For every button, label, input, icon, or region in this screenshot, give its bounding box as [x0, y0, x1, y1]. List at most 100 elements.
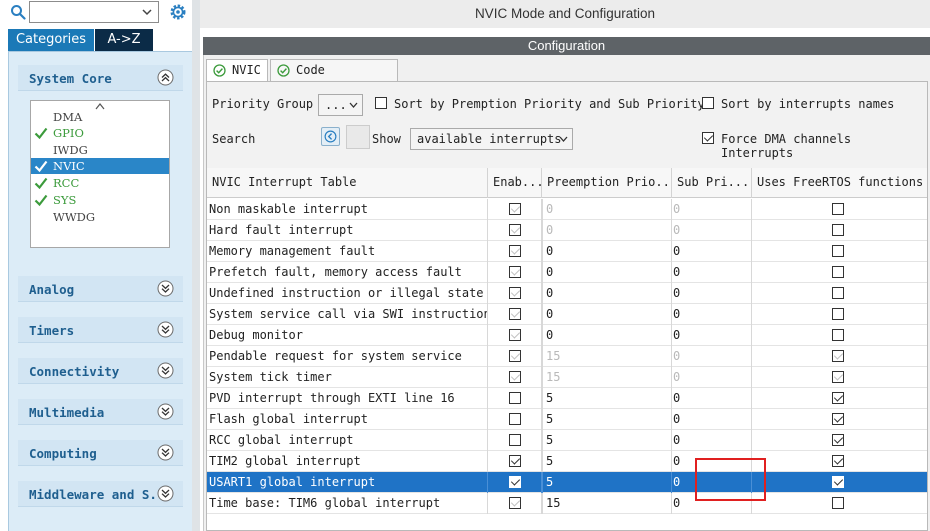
category-connectivity[interactable]: Connectivity: [18, 358, 183, 384]
enabled-checkbox: [509, 287, 521, 299]
force-dma-checkbox[interactable]: [702, 132, 714, 144]
peripheral-nvic[interactable]: NVIC: [31, 158, 169, 174]
category-analog[interactable]: Analog: [18, 276, 183, 302]
freertos-checkbox[interactable]: [832, 266, 844, 278]
sort-preemption-checkbox[interactable]: [375, 97, 387, 109]
table-row[interactable]: TIM2 global interrupt 5 0: [207, 451, 927, 472]
preemption-priority-cell[interactable]: 5: [542, 451, 672, 472]
sub-priority-cell[interactable]: 0: [672, 241, 752, 262]
category-system-core[interactable]: System Core: [18, 65, 183, 91]
enabled-checkbox[interactable]: [509, 455, 521, 467]
peripheral-wwdg[interactable]: WWDG: [31, 209, 169, 225]
table-row[interactable]: RCC global interrupt 5 0: [207, 430, 927, 451]
freertos-checkbox[interactable]: [832, 287, 844, 299]
sub-priority-cell[interactable]: 0: [672, 388, 752, 409]
peripheral-sys[interactable]: SYS: [31, 192, 169, 208]
freertos-checkbox[interactable]: [832, 329, 844, 341]
preemption-priority-cell[interactable]: 0: [542, 283, 672, 304]
peripheral-gpio[interactable]: GPIO: [31, 125, 169, 141]
column-header-freertos[interactable]: Uses FreeRTOS functions: [752, 168, 927, 198]
preemption-priority-cell[interactable]: 0: [542, 241, 672, 262]
chevron-down-icon[interactable]: [141, 6, 153, 18]
enabled-cell: [488, 430, 542, 451]
chevron-down-circle-icon[interactable]: [157, 485, 174, 502]
category-middleware[interactable]: Middleware and S...: [18, 481, 183, 507]
table-row[interactable]: USART1 global interrupt 5 0: [207, 472, 927, 493]
enabled-checkbox: [509, 350, 521, 362]
search-input[interactable]: [346, 125, 370, 149]
sub-priority-cell[interactable]: 0: [672, 409, 752, 430]
table-row[interactable]: Non maskable interrupt 0 0: [207, 199, 927, 220]
freertos-checkbox[interactable]: [832, 392, 844, 404]
sub-priority-cell[interactable]: 0: [672, 262, 752, 283]
preemption-priority-cell[interactable]: 5: [542, 388, 672, 409]
peripheral-dma[interactable]: DMA: [31, 109, 169, 125]
table-row[interactable]: PVD interrupt through EXTI line 16 5 0: [207, 388, 927, 409]
tab-a-to-z[interactable]: A->Z: [95, 29, 153, 51]
enabled-checkbox[interactable]: [509, 392, 521, 404]
freertos-checkbox[interactable]: [832, 476, 844, 488]
freertos-cell: [752, 367, 927, 388]
category-timers[interactable]: Timers: [18, 317, 183, 343]
enabled-checkbox[interactable]: [509, 434, 521, 446]
chevron-down-circle-icon[interactable]: [157, 444, 174, 461]
preemption-priority-cell[interactable]: 5: [542, 409, 672, 430]
chevron-down-circle-icon[interactable]: [157, 403, 174, 420]
search-input[interactable]: [29, 1, 159, 23]
chevron-down-circle-icon[interactable]: [157, 280, 174, 297]
freertos-cell: [752, 325, 927, 346]
table-row[interactable]: System tick timer 15 0: [207, 367, 927, 388]
sub-priority-cell: 0: [672, 220, 752, 241]
priority-group-select[interactable]: ...: [318, 94, 363, 116]
category-list: System Core DMA GPIO IWDG NVIC RCC SYS W…: [8, 51, 194, 531]
table-row[interactable]: Hard fault interrupt 0 0: [207, 220, 927, 241]
sub-priority-cell[interactable]: 0: [672, 325, 752, 346]
freertos-checkbox[interactable]: [832, 245, 844, 257]
table-row[interactable]: Pendable request for system service 15 0: [207, 346, 927, 367]
table-row[interactable]: Time base: TIM6 global interrupt 15 0: [207, 493, 927, 514]
sub-priority-cell[interactable]: 0: [672, 430, 752, 451]
search-direction-button[interactable]: [321, 127, 340, 146]
table-row[interactable]: Undefined instruction or illegal state 0 0: [207, 283, 927, 304]
column-header-preemption[interactable]: Preemption Prio...: [542, 168, 672, 198]
chevron-up-circle-icon[interactable]: [157, 69, 174, 86]
preemption-priority-cell[interactable]: 0: [542, 262, 672, 283]
freertos-checkbox[interactable]: [832, 497, 844, 509]
preemption-priority-cell[interactable]: 5: [542, 472, 672, 493]
panel-splitter[interactable]: [192, 0, 200, 531]
sub-priority-cell[interactable]: 0: [672, 283, 752, 304]
search-icon[interactable]: [10, 4, 26, 20]
preemption-priority-cell[interactable]: 5: [542, 430, 672, 451]
table-row[interactable]: Memory management fault 0 0: [207, 241, 927, 262]
enabled-checkbox[interactable]: [509, 476, 521, 488]
peripheral-rcc[interactable]: RCC: [31, 175, 169, 191]
category-multimedia[interactable]: Multimedia: [18, 399, 183, 425]
table-row[interactable]: Flash global interrupt 5 0: [207, 409, 927, 430]
column-header-enabled[interactable]: Enab...: [488, 168, 542, 198]
tab-nvic[interactable]: NVIC: [206, 59, 268, 82]
table-row[interactable]: System service call via SWI instruction 0…: [207, 304, 927, 325]
column-header-sub-priority[interactable]: Sub Pri...: [672, 168, 752, 198]
freertos-checkbox[interactable]: [832, 455, 844, 467]
enabled-checkbox[interactable]: [509, 413, 521, 425]
chevron-down-circle-icon[interactable]: [157, 362, 174, 379]
tab-categories[interactable]: Categories: [8, 29, 94, 51]
peripheral-iwdg[interactable]: IWDG: [31, 142, 169, 158]
preemption-priority-cell[interactable]: 15: [542, 493, 672, 514]
table-row[interactable]: Debug monitor 0 0: [207, 325, 927, 346]
column-header-interrupt[interactable]: NVIC Interrupt Table: [207, 168, 488, 198]
table-row[interactable]: Prefetch fault, memory access fault 0 0: [207, 262, 927, 283]
freertos-checkbox[interactable]: [832, 413, 844, 425]
show-select[interactable]: available interrupts: [410, 128, 573, 150]
preemption-priority-cell[interactable]: 0: [542, 304, 672, 325]
freertos-checkbox[interactable]: [832, 434, 844, 446]
preemption-priority-cell[interactable]: 0: [542, 325, 672, 346]
category-computing[interactable]: Computing: [18, 440, 183, 466]
tab-code-generation[interactable]: Code generation: [270, 59, 398, 98]
gear-icon[interactable]: [168, 2, 188, 22]
configuration-body: NVIC Code generation Priority Group ... …: [203, 55, 930, 531]
chevron-down-circle-icon[interactable]: [157, 321, 174, 338]
freertos-checkbox[interactable]: [832, 308, 844, 320]
sort-names-checkbox[interactable]: [702, 97, 714, 109]
sub-priority-cell[interactable]: 0: [672, 304, 752, 325]
